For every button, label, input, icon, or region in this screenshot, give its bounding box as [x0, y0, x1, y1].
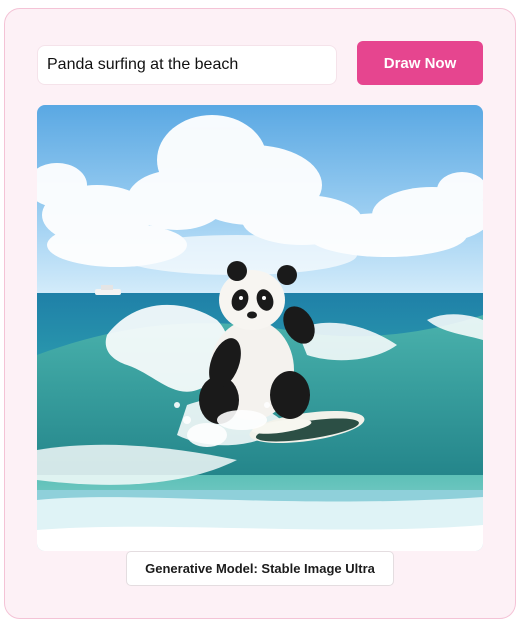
model-badge: Generative Model: Stable Image Ultra	[126, 551, 394, 586]
prompt-input[interactable]	[37, 45, 337, 85]
draw-now-button[interactable]: Draw Now	[357, 41, 483, 85]
generated-image	[37, 105, 483, 551]
